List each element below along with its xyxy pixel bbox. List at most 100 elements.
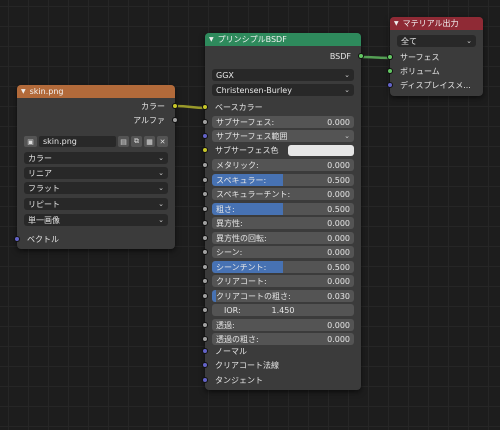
extension-dropdown[interactable]: リピート ⌄ (24, 198, 168, 210)
fake-user-icon[interactable]: ▤ (118, 136, 129, 147)
output-node-header[interactable]: ▼ マテリアル出力 (390, 17, 483, 30)
metallic-label: メタリック: (216, 160, 259, 170)
input-ior-socket[interactable] (202, 307, 208, 313)
output-color-socket[interactable] (172, 103, 178, 109)
chevron-down-icon: ⌄ (466, 37, 472, 45)
ior-field[interactable]: IOR: 1.450 (212, 304, 354, 316)
material-output-node[interactable]: ▼ マテリアル出力 全て ⌄ サーフェス ボリューム ディスプレイスメ... (387, 17, 483, 96)
output-node-title: マテリアル出力 (402, 19, 459, 28)
subsurface-radius-field[interactable]: サブサーフェス範囲 ⌄ (212, 130, 354, 142)
input-vector-socket[interactable] (14, 236, 20, 242)
collapse-arrow-icon[interactable]: ▼ (394, 20, 399, 27)
input-transmission-socket[interactable] (202, 322, 208, 328)
input-clearcoat-normal-socket[interactable] (202, 362, 208, 368)
input-displacement-socket[interactable] (387, 82, 393, 88)
clearcoat-roughness-value: 0.030 (327, 291, 350, 301)
specular-tint-value: 0.000 (327, 189, 350, 199)
input-surface-label: サーフェス (400, 53, 440, 62)
interpolation-dropdown[interactable]: リニア ⌄ (24, 167, 168, 179)
input-normal-socket[interactable] (202, 348, 208, 354)
distribution-dropdown[interactable]: GGX ⌄ (212, 69, 354, 81)
input-anisotropic-rotation-socket[interactable] (202, 235, 208, 241)
clearcoat-roughness-label: クリアコートの粗さ: (216, 291, 291, 301)
output-alpha-socket[interactable] (172, 117, 178, 123)
chevron-down-icon: ⌄ (158, 154, 164, 162)
subsurface-method-value: Christensen-Burley (216, 85, 292, 95)
input-clearcoat-normal-label: クリアコート法線 (215, 361, 279, 370)
input-volume-row: ボリューム (387, 65, 483, 78)
input-metallic-socket[interactable] (202, 162, 208, 168)
projection-dropdown[interactable]: フラット ⌄ (24, 182, 168, 194)
input-tangent-row: タンジェント (202, 374, 361, 387)
input-base-color-label: ベースカラー (215, 103, 263, 112)
target-dropdown[interactable]: 全て ⌄ (397, 35, 476, 47)
bsdf-node-header[interactable]: ▼ プリンシプルBSDF (205, 33, 361, 46)
transmission-roughness-label: 透過の粗さ: (216, 334, 259, 344)
subsurface-color-label: サブサーフェス色 (215, 146, 279, 155)
transmission-field[interactable]: 透過: 0.000 (212, 319, 354, 331)
input-clearcoat-normal-row: クリアコート法線 (202, 359, 361, 372)
transmission-roughness-field[interactable]: 透過の粗さ: 0.000 (212, 333, 354, 345)
image-name-field[interactable]: skin.png (39, 136, 116, 147)
collapse-arrow-icon[interactable]: ▼ (21, 88, 26, 95)
input-specular-tint-socket[interactable] (202, 191, 208, 197)
input-tangent-socket[interactable] (202, 377, 208, 383)
subsurface-method-dropdown[interactable]: Christensen-Burley ⌄ (212, 84, 354, 96)
input-clearcoat-socket[interactable] (202, 278, 208, 284)
anisotropic-value: 0.000 (327, 218, 350, 228)
input-subsurface-socket[interactable] (202, 119, 208, 125)
input-sheen-tint-socket[interactable] (202, 264, 208, 270)
input-surface-socket[interactable] (387, 54, 393, 60)
principled-bsdf-node[interactable]: ▼ プリンシプルBSDF BSDF GGX ⌄ Christensen-Burl… (202, 33, 364, 390)
metallic-field[interactable]: メタリック: 0.000 (212, 159, 354, 171)
projection-value: フラット (28, 183, 60, 193)
input-volume-socket[interactable] (387, 68, 393, 74)
source-dropdown[interactable]: 単一画像 ⌄ (24, 214, 168, 226)
input-sheen-socket[interactable] (202, 249, 208, 255)
sheen-field[interactable]: シーン: 0.000 (212, 246, 354, 258)
image-texture-node[interactable]: ▼ skin.png カラー アルファ ▣ skin.png ▤ ⧉ ▦ ✕ カ… (14, 85, 178, 249)
roughness-field[interactable]: 粗さ: 0.500 (212, 203, 354, 215)
specular-tint-label: スペキュラーチント: (216, 189, 291, 199)
sheen-label: シーン: (216, 247, 243, 257)
chevron-down-icon: ⌄ (158, 216, 164, 224)
input-subsurface-radius-socket[interactable] (202, 133, 208, 139)
anisotropic-field[interactable]: 異方性: 0.000 (212, 217, 354, 229)
bsdf-node-title: プリンシプルBSDF (217, 35, 287, 44)
roughness-value: 0.500 (327, 204, 350, 214)
input-displacement-row: ディスプレイスメ... (387, 79, 483, 92)
input-roughness-socket[interactable] (202, 206, 208, 212)
specular-tint-field[interactable]: スペキュラーチント: 0.000 (212, 188, 354, 200)
link-bsdf-to-surface (360, 55, 391, 60)
input-specular-socket[interactable] (202, 177, 208, 183)
chevron-down-icon: ⌄ (344, 86, 350, 94)
distribution-value: GGX (216, 70, 234, 80)
output-bsdf-socket[interactable] (358, 53, 364, 59)
input-subsurface-color-socket[interactable] (202, 147, 208, 153)
sheen-tint-field[interactable]: シーンチント: 0.500 (212, 261, 354, 273)
image-selector: ▣ skin.png ▤ ⧉ ▦ ✕ (24, 135, 168, 148)
color-space-dropdown[interactable]: カラー ⌄ (24, 152, 168, 164)
collapse-arrow-icon[interactable]: ▼ (209, 36, 214, 43)
duplicate-icon[interactable]: ⧉ (131, 136, 142, 147)
open-image-icon[interactable]: ▦ (144, 136, 155, 147)
specular-field[interactable]: スペキュラー: 0.500 (212, 174, 354, 186)
chevron-down-icon: ⌄ (158, 184, 164, 192)
image-node-header[interactable]: ▼ skin.png (17, 85, 175, 98)
input-transmission-roughness-socket[interactable] (202, 336, 208, 342)
clearcoat-roughness-field[interactable]: クリアコートの粗さ: 0.030 (212, 290, 354, 302)
subsurface-field[interactable]: サブサーフェス: 0.000 (212, 116, 354, 128)
ior-value: 1.450 (271, 305, 295, 315)
color-space-value: カラー (28, 153, 52, 163)
transmission-roughness-value: 0.000 (327, 334, 350, 344)
extension-value: リピート (28, 199, 60, 209)
input-base-color-socket[interactable] (202, 104, 208, 110)
clearcoat-field[interactable]: クリアコート: 0.000 (212, 275, 354, 287)
input-clearcoat-roughness-socket[interactable] (202, 293, 208, 299)
input-base-color-row: ベースカラー (202, 101, 361, 114)
image-browse-icon[interactable]: ▣ (24, 136, 37, 147)
input-anisotropic-socket[interactable] (202, 220, 208, 226)
unlink-close-icon[interactable]: ✕ (157, 136, 168, 147)
anisotropic-rotation-field[interactable]: 異方性の回転: 0.000 (212, 232, 354, 244)
subsurface-color-swatch[interactable] (288, 145, 354, 156)
